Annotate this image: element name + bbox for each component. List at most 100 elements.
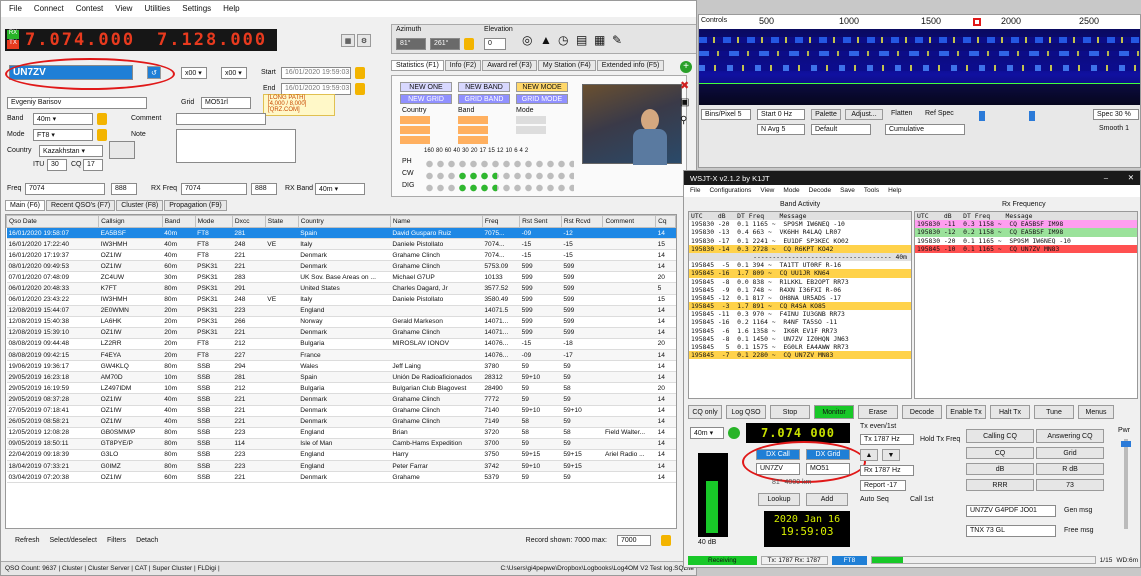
monitor-button[interactable]: Monitor (814, 405, 854, 419)
wsjt-menu-tools[interactable]: Tools (864, 187, 879, 195)
decode-row[interactable]: 195845 -9 0.1 748 ~ R4XN I36FXI R-06 (689, 286, 911, 294)
search-icon[interactable]: ⚲ (680, 115, 687, 126)
waterfall-display[interactable] (699, 29, 1140, 105)
menu-utilities[interactable]: Utilities (144, 4, 170, 14)
lock-icon[interactable] (661, 534, 671, 546)
cumulative-select[interactable]: Cumulative (885, 124, 965, 135)
adjust-button[interactable]: Adjust... (845, 109, 883, 120)
decode-row[interactable]: 195830 -17 0.1 2241 ~ EU1DF SP3KEC KO02 (689, 237, 911, 245)
clock-icon[interactable]: ◷ (558, 33, 568, 47)
wsjt-menu-configurations[interactable]: Configurations (709, 187, 751, 195)
tab-award-ref[interactable]: Award ref (F3) (482, 60, 537, 71)
tab-main[interactable]: Main (F6) (5, 200, 45, 211)
palette-default[interactable]: Default (811, 124, 871, 135)
gear-icon[interactable]: ⚙ (357, 34, 371, 47)
sub-frequency[interactable]: 7.128.000 (157, 30, 267, 50)
itu-field[interactable]: 30 (47, 159, 67, 171)
rx-freq-field[interactable]: 7074 (181, 183, 247, 195)
table-row[interactable]: 16/01/2020 17:22:40 IW3HMH 40m FT8 248 VE Ital… (6, 238, 676, 251)
table-row[interactable]: 27/05/2019 07:18:41 OZ1IW 40m SSB 221 Denmark… (6, 405, 676, 417)
erase-button[interactable]: Erase (858, 405, 898, 419)
country-select[interactable]: Kazakhstan ▾ (39, 145, 103, 157)
decode-row[interactable]: 195830 -11 0.3 1158 ~ CQ EA5BSF IM98 (915, 220, 1137, 229)
call-1st-checkbox[interactable]: Call 1st (910, 496, 933, 503)
callsign-lookup-button[interactable]: ↺ (147, 66, 161, 79)
table-row[interactable]: 19/06/2019 19:36:17 GW4KLQ 80m SSB 294 Wales J… (6, 360, 676, 373)
stop-button[interactable]: Stop (770, 405, 810, 419)
decode-row[interactable]: 195845 -5 0.1 394 ~ TA1TT UT0RF R-16 (689, 261, 911, 269)
spec-percent[interactable]: Spec 30 % (1093, 109, 1139, 120)
table-row[interactable]: 07/01/2020 07:48:09 ZC4UW 30m PSK31 283 UK So… (6, 271, 676, 284)
menu-connect[interactable]: Connect (34, 4, 64, 14)
lookup-button[interactable]: Lookup (758, 493, 800, 506)
table-row[interactable]: 12/05/2019 12:08:28 GB0SMM/P 80m SSB 223 Engl… (6, 427, 676, 439)
table-row[interactable]: 29/05/2019 08:37:28 OZ1IW 40m SSB 221 Denmark… (6, 393, 676, 406)
antenna-icon[interactable]: ▲ (540, 33, 552, 47)
minimize-icon[interactable]: – (1104, 173, 1108, 182)
decode-row[interactable]: 195845 -7 0.1 2280 ~ CQ UN7ZV MN83 (689, 351, 911, 360)
start-hz[interactable]: Start 0 Hz (757, 109, 805, 120)
col-freq[interactable]: Freq (481, 215, 521, 228)
tx-power-select[interactable]: x00 ▾ (181, 67, 207, 79)
wsjt-menu-mode[interactable]: Mode (783, 187, 799, 195)
decode-row[interactable]: 195845 -11 0.3 970 ~ F4INU IU3GNB RR73 (689, 310, 911, 318)
table-row[interactable]: 16/01/2020 17:19:37 OZ1IW 40m FT8 221 Denmark… (6, 249, 676, 262)
tab-answering-cq[interactable]: Answering CQ (1036, 429, 1104, 443)
decode-row[interactable]: 195845 -12 0.1 817 ~ OH8NA UR5ADS -17 (689, 294, 911, 302)
menu-file[interactable]: File (9, 4, 22, 14)
table-row[interactable]: 09/05/2019 18:50:11 GT8PYE/P 80m SSB 114 Isle… (6, 438, 676, 450)
gen-msg-field[interactable]: UN7ZV G4PDF JO01 (966, 505, 1056, 517)
rx-hz-field[interactable]: Rx 1787 Hz (860, 465, 914, 476)
band-activity-list[interactable]: 195830 -20 0.1 1165 ~ SP9SM IW6NEQ -10 19… (689, 220, 911, 360)
wsjt-menu-file[interactable]: File (690, 187, 700, 195)
lock-icon[interactable] (355, 67, 365, 79)
tab-info[interactable]: Info (F2) (444, 60, 482, 71)
table-row[interactable]: 06/01/2020 20:48:33 K7FT 80m PSK31 291 United… (6, 282, 676, 295)
controls-button[interactable]: Controls (701, 17, 727, 24)
azimuth-long-field[interactable]: 261° (430, 38, 460, 50)
chart-icon[interactable]: ▤ (576, 33, 587, 47)
add-icon[interactable]: + (680, 61, 692, 73)
comment-field[interactable] (176, 113, 266, 125)
tab-statistics[interactable]: Statistics (F1) (391, 60, 444, 71)
wsjt-menu-decode[interactable]: Decode (809, 187, 831, 195)
table-row[interactable]: 16/01/2020 19:58:07 EA5BSF 40m FT8 281 Spain D… (6, 227, 676, 240)
globe-icon[interactable]: ◎ (522, 33, 532, 47)
pwr-slider-handle[interactable] (1121, 441, 1131, 447)
col-country[interactable]: Country (297, 215, 391, 228)
table-row[interactable]: 18/04/2019 07:33:21 G0IMZ 80m SSB 223 England… (6, 460, 676, 473)
enable-tx-button[interactable]: Enable Tx (946, 405, 986, 419)
table-row[interactable]: 12/08/2019 15:44:07 2E0WMN 20m PSK31 223 Engl… (6, 305, 676, 317)
decode-row[interactable]: ------------------------------------ 40m (689, 252, 911, 262)
col-state[interactable]: State (264, 215, 299, 228)
hold-tx-freq-checkbox[interactable]: Hold Tx Freq (920, 436, 960, 443)
n-avg[interactable]: N Avg 5 (757, 124, 805, 135)
table-row[interactable]: 26/05/2019 08:58:21 OZ1IW 40m SSB 221 Denmark… (6, 416, 676, 428)
slider-handle[interactable] (979, 111, 985, 121)
table-row[interactable]: 12/08/2019 15:40:38 LA6HK 20m PSK31 266 Norwa… (6, 316, 676, 328)
col-qso-date[interactable]: Qso Date (6, 215, 100, 228)
table-row[interactable]: 06/01/2020 23:43:22 IW3HMH 80m PSK31 248 VE It… (6, 294, 676, 306)
table-row[interactable]: 08/08/2019 09:44:48 LZ2RR 20m FT8 212 Bulgari… (6, 338, 676, 351)
flatten-checkbox[interactable]: Flatten (891, 110, 912, 117)
main-frequency[interactable]: 7.074.000 (25, 30, 135, 50)
decode-row[interactable]: 195830 -13 0.4 663 ~ VK6HH R4LAQ LR07 (689, 228, 911, 236)
r-db-button[interactable]: R dB (1036, 463, 1104, 475)
lock-icon[interactable] (355, 83, 365, 95)
pen-icon[interactable]: ✎ (612, 33, 622, 47)
decode-row[interactable]: 195830 -14 0.3 2728 ~ CQ R6KPT KO42 (689, 244, 911, 253)
menu-settings[interactable]: Settings (182, 4, 211, 14)
tune-button[interactable]: Tune (1034, 405, 1074, 419)
tab-calling-cq[interactable]: Calling CQ (966, 429, 1034, 443)
delete-icon[interactable]: ✖ (680, 79, 689, 92)
cq-button[interactable]: CQ (966, 447, 1034, 459)
tx-down-arrow[interactable]: ▼ (882, 449, 900, 461)
menu-contest[interactable]: Contest (76, 4, 104, 14)
db-button[interactable]: dB (966, 463, 1034, 475)
col-comment[interactable]: Comment (602, 215, 657, 228)
table-row[interactable]: 22/04/2019 09:18:39 G3LO 80m SSB 223 England H… (6, 449, 676, 461)
close-icon[interactable]: ✕ (1128, 173, 1134, 182)
gen-msg-radio[interactable]: Gen msg (1064, 507, 1092, 514)
rst-sent-field[interactable]: 888 (111, 183, 137, 195)
bins-per-pixel[interactable]: Bins/Pixel 5 (701, 109, 751, 120)
